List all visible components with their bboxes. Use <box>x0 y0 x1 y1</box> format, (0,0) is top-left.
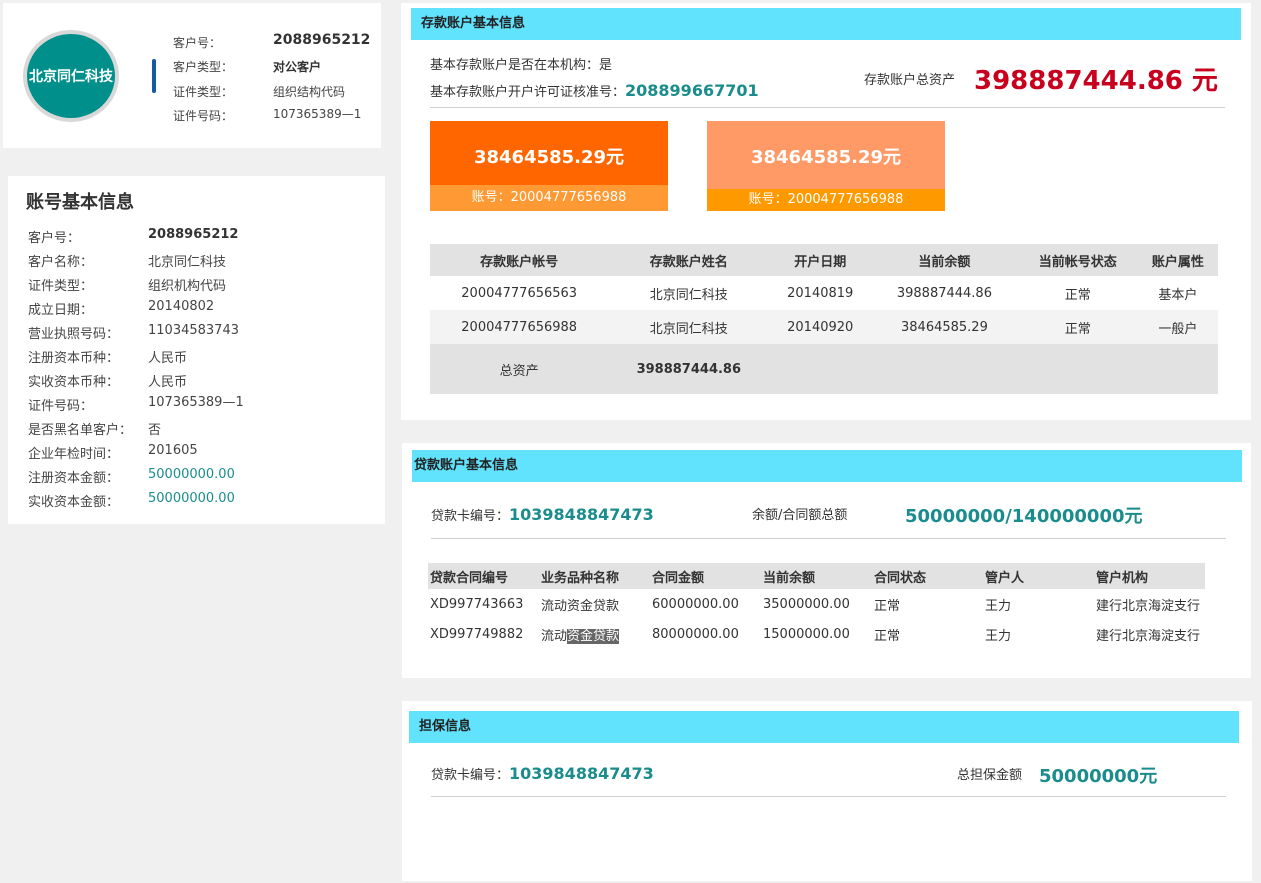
deposit-accounts-table: 存款账户帐号 存款账户姓名 开户日期 当前余额 当前帐号状态 账户属性 2000… <box>430 244 1218 394</box>
product-name-cell: 流动资金贷款 <box>541 628 620 644</box>
table-header-row: 存款账户帐号 存款账户姓名 开户日期 当前余额 当前帐号状态 账户属性 <box>430 244 1218 276</box>
table-row[interactable]: 20004777656563 北京同仁科技 20140819 398887444… <box>430 276 1218 310</box>
guarantee-card-number: 1039848847473 <box>509 764 654 783</box>
info-row: 客户号： 2088965212 <box>28 227 239 246</box>
account-card-number: 账号：20004777656988 <box>707 185 945 211</box>
account-card-number: 账号：20004777656988 <box>430 185 668 211</box>
total-assets-label: 存款账户总资产 <box>864 73 956 88</box>
customer-type-row: 客户类型： 对公客户 <box>173 60 322 74</box>
divider <box>431 538 1226 539</box>
text-selection: 资金贷款 <box>567 628 620 644</box>
info-row: 营业执照号码： 11034583743 <box>28 323 239 342</box>
info-row: 注册资本金额： 50000000.00 <box>28 467 235 486</box>
account-card-amount: 38464585.29元 <box>750 147 902 168</box>
id-no-value: 107365389—1 <box>273 107 362 121</box>
account-card[interactable]: 38464585.29元 账号：20004777656988 <box>430 121 668 211</box>
customer-no-value: 2088965212 <box>273 32 371 48</box>
info-row: 成立日期： 20140802 <box>28 299 215 318</box>
table-row[interactable]: XD997749882 流动资金贷款 80000000.00 15000000.… <box>428 619 1205 649</box>
basic-account-label: 基本存款账户是否在本机构：是 <box>430 58 613 73</box>
account-card[interactable]: 38464585.29元 账号：20004777656988 <box>707 121 945 211</box>
guarantee-card-row: 贷款卡编号：1039848847473 <box>431 764 654 783</box>
loan-card-row: 贷款卡编号：1039848847473 <box>431 505 654 524</box>
info-row: 证件号码： 107365389—1 <box>28 395 244 414</box>
table-row[interactable]: 20004777656988 北京同仁科技 20140920 38464585.… <box>430 310 1218 344</box>
customer-type-value: 对公客户 <box>273 60 322 74</box>
table-row[interactable]: XD997743663 流动资金贷款 60000000.00 35000000.… <box>428 589 1205 619</box>
deposit-panel: 存款账户基本信息 基本存款账户是否在本机构：是 基本存款账户开户许可证核准号：2… <box>401 3 1251 420</box>
account-card-amount: 38464585.29元 <box>473 147 625 168</box>
basic-info-title: 账号基本信息 <box>26 192 134 213</box>
info-row: 证件类型： 组织机构代码 <box>28 279 227 294</box>
info-row: 企业年检时间： 201605 <box>28 443 198 462</box>
balance-label: 余额/合同额总额 <box>752 508 848 523</box>
avatar: 北京同仁科技 <box>23 30 119 122</box>
table-header-row: 贷款合同编号 业务品种名称 合同金额 当前余额 合同状态 管户人 管户机构 <box>428 563 1205 589</box>
deposit-section-title: 存款账户基本信息 <box>411 8 1241 40</box>
loan-card-number: 1039848847473 <box>509 505 654 524</box>
loan-section-title: 贷款账户基本信息 <box>412 450 1242 482</box>
customer-summary-card: 北京同仁科技 客户号： 2088965212 客户类型： 对公客户 证件类型： … <box>3 3 381 148</box>
id-type-value: 组织结构代码 <box>273 85 346 99</box>
id-type-row: 证件类型： 组织结构代码 <box>173 85 346 99</box>
guarantee-section-title: 担保信息 <box>409 711 1239 743</box>
info-row: 实收资本币种： 人民币 <box>28 375 188 390</box>
info-row: 注册资本币种： 人民币 <box>28 351 188 366</box>
info-row: 是否黑名单客户：否 <box>28 423 162 438</box>
accent-bar <box>152 59 156 93</box>
customer-no-row: 客户号： 2088965212 <box>173 32 371 50</box>
info-row: 实收资本金额： 50000000.00 <box>28 491 235 510</box>
guarantee-total-value: 50000000元 <box>1039 766 1158 787</box>
divider <box>431 796 1226 797</box>
total-label: 总资产 <box>430 344 609 394</box>
info-row: 客户名称： 北京同仁科技 <box>28 255 227 270</box>
total-assets-value: 398887444.86 元 <box>974 66 1218 96</box>
table-total-row: 总资产 398887444.86 <box>430 344 1218 394</box>
total-value: 398887444.86 <box>608 344 770 394</box>
loan-panel: 贷款账户基本信息 贷款卡编号：1039848847473 余额/合同额总额 50… <box>402 443 1251 678</box>
id-no-row: 证件号码： 107365389—1 <box>173 107 362 123</box>
basic-info-panel: 账号基本信息 客户号： 2088965212 客户名称： 北京同仁科技 证件类型：组… <box>8 176 385 524</box>
guarantee-panel: 担保信息 贷款卡编号：1039848847473 总担保金额 50000000元 <box>402 701 1252 881</box>
loan-contracts-table: 贷款合同编号 业务品种名称 合同金额 当前余额 合同状态 管户人 管户机构 XD… <box>428 563 1205 649</box>
license-row: 基本存款账户开户许可证核准号：208899667701 <box>430 81 759 100</box>
guarantee-total-label: 总担保金额 <box>957 768 1023 783</box>
license-number: 208899667701 <box>625 81 759 100</box>
balance-value: 50000000/140000000元 <box>905 506 1143 527</box>
divider <box>430 107 1225 108</box>
